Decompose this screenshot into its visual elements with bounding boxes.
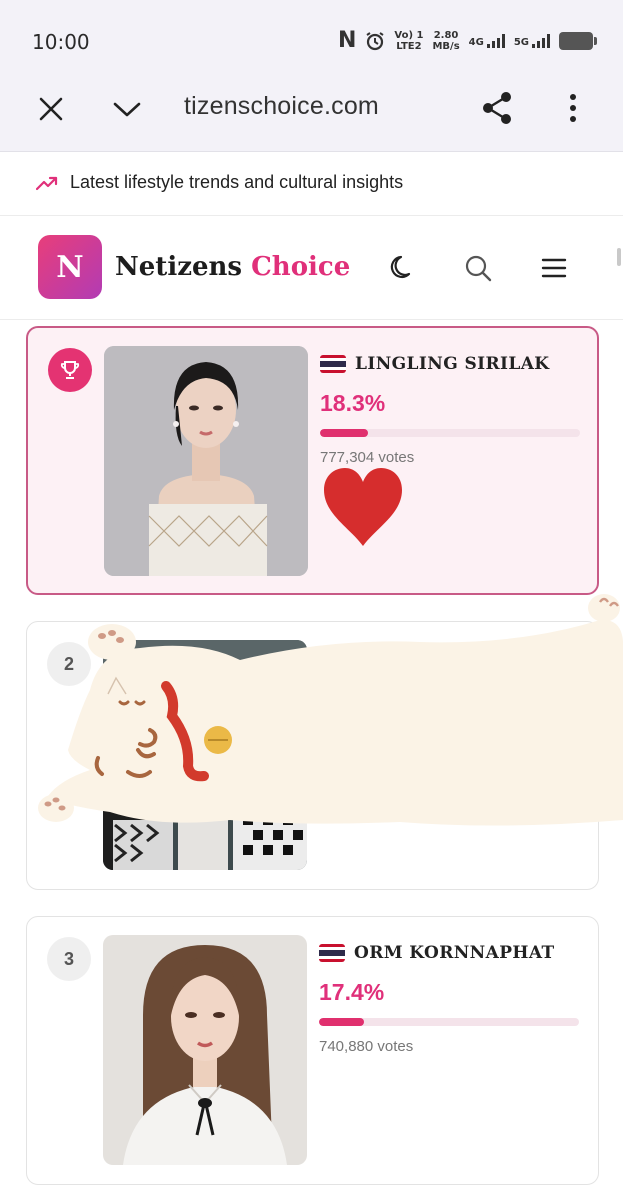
status-time: 10:00 bbox=[32, 30, 90, 54]
share-icon[interactable] bbox=[480, 90, 514, 126]
brand-name[interactable]: Netizens Choice bbox=[115, 252, 350, 282]
vote-progress-fill bbox=[320, 429, 368, 437]
url-field[interactable]: tizenschoice.com bbox=[184, 92, 379, 121]
thailand-flag-icon bbox=[320, 355, 346, 373]
signal-bars-icon bbox=[486, 33, 505, 48]
announcement-text: Latest lifestyle trends and cultural ins… bbox=[70, 172, 404, 192]
ranking-card[interactable]: 3 ORM KORNNAPHAT 17.4% 740,880 votes bbox=[26, 916, 599, 1185]
logo-letter: N bbox=[56, 249, 84, 285]
status-icons: N Vo) 1 LTE2 2.80 MB/s 4G 5G bbox=[337, 28, 597, 53]
chevron-down-icon[interactable] bbox=[112, 94, 142, 124]
nfc-icon: N bbox=[337, 28, 357, 53]
signal-4g: 4G bbox=[469, 33, 505, 48]
vote-progress-bar bbox=[319, 1018, 579, 1026]
cat-sticker[interactable] bbox=[0, 590, 623, 840]
volte-indicator: Vo) 1 LTE2 bbox=[394, 29, 424, 52]
close-icon[interactable] bbox=[36, 94, 66, 124]
rank-badge: 3 bbox=[47, 937, 91, 981]
more-vertical-icon[interactable] bbox=[563, 92, 583, 124]
signal-5g: 5G bbox=[514, 33, 550, 48]
candidate-info: ORM KORNNAPHAT 17.4% 740,880 votes bbox=[319, 943, 581, 1055]
battery-icon bbox=[559, 31, 597, 50]
brand-accent: Choice bbox=[251, 252, 351, 282]
trophy-icon bbox=[60, 361, 80, 379]
dark-mode-icon[interactable] bbox=[388, 254, 416, 282]
vote-progress-fill bbox=[319, 1018, 365, 1026]
vote-percentage: 17.4% bbox=[319, 979, 385, 1005]
candidate-info: LINGLING SIRILAK 18.3% 777,304 votes bbox=[320, 354, 582, 466]
candidate-photo bbox=[104, 346, 308, 576]
network-speed: 2.80 MB/s bbox=[432, 29, 460, 52]
signal-bars-icon bbox=[532, 33, 550, 48]
candidate-photo bbox=[103, 935, 307, 1165]
vote-count: 777,304 votes bbox=[320, 449, 415, 466]
rank-number: 3 bbox=[63, 948, 74, 969]
browser-toolbar: tizenschoice.com bbox=[0, 76, 623, 152]
site-header: N Netizens Choice bbox=[0, 216, 623, 320]
rank-badge bbox=[48, 348, 92, 392]
heart-icon[interactable] bbox=[320, 466, 406, 552]
brand-main: Netizens bbox=[115, 252, 243, 282]
announcement-bar: Latest lifestyle trends and cultural ins… bbox=[0, 152, 623, 216]
trending-up-icon bbox=[36, 176, 58, 191]
name-row: ORM KORNNAPHAT bbox=[319, 943, 581, 963]
alarm-icon bbox=[366, 31, 384, 50]
vote-percentage: 18.3% bbox=[320, 390, 386, 416]
scrollbar-thumb[interactable] bbox=[617, 248, 621, 266]
candidate-name: LINGLING SIRILAK bbox=[355, 354, 550, 374]
ranking-card[interactable]: LINGLING SIRILAK 18.3% 777,304 votes bbox=[26, 326, 599, 595]
name-row: LINGLING SIRILAK bbox=[320, 354, 582, 374]
thailand-flag-icon bbox=[319, 944, 345, 962]
status-bar: 10:00 N Vo) 1 LTE2 2.80 MB/s 4G 5G bbox=[0, 0, 623, 76]
menu-icon[interactable] bbox=[541, 256, 567, 280]
vote-progress-bar bbox=[320, 429, 580, 437]
vote-count: 740,880 votes bbox=[319, 1038, 414, 1055]
search-icon[interactable] bbox=[464, 254, 492, 282]
site-logo[interactable]: N bbox=[38, 235, 102, 299]
candidate-name: ORM KORNNAPHAT bbox=[354, 943, 555, 963]
